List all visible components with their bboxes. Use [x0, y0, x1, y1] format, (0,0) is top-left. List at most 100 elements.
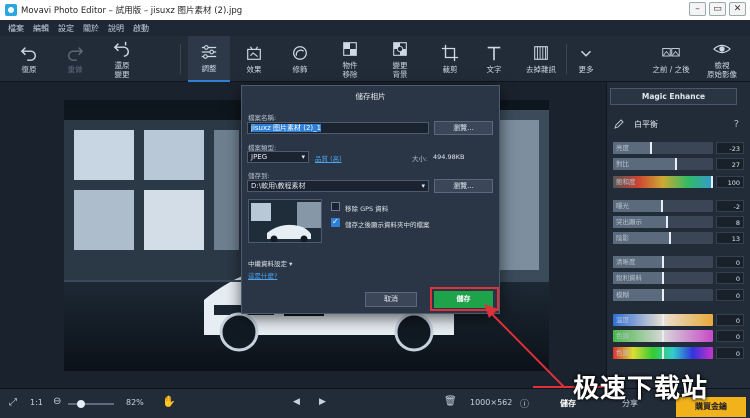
slider-track[interactable]: 突出顯示	[613, 216, 713, 228]
restore-icon	[113, 41, 130, 57]
slider-thumb[interactable]	[662, 256, 664, 268]
slider-track[interactable]: 色調	[613, 330, 713, 342]
actual-size-button[interactable]: 1:1	[30, 398, 43, 407]
menu-about[interactable]: 關於	[83, 23, 99, 34]
menu-help[interactable]: 說明	[108, 23, 124, 34]
slider-track[interactable]: 陰影	[613, 232, 713, 244]
slider-track[interactable]: 色調	[613, 347, 713, 359]
menu-file[interactable]: 檔案	[8, 23, 24, 34]
tab-change-background[interactable]: 變更 背景	[382, 36, 418, 82]
tab-crop[interactable]: 裁剪	[432, 36, 468, 82]
previous-image-icon[interactable]: ◀	[293, 397, 300, 407]
metadata-settings[interactable]: 中繼資料設定 ▾	[248, 258, 292, 268]
slider-10[interactable]: 溫度 0	[613, 314, 744, 326]
menu-activate[interactable]: 啟動	[133, 23, 149, 34]
close-button[interactable]: ✕	[729, 2, 746, 16]
slider-thumb[interactable]	[665, 216, 668, 228]
slider-value[interactable]: 0	[716, 289, 744, 301]
redo-button[interactable]: 重做	[58, 36, 92, 82]
tab-adjust[interactable]: 調整	[188, 36, 230, 82]
slider-value[interactable]: -23	[716, 142, 744, 154]
menu-edit[interactable]: 編輯	[33, 23, 49, 34]
next-image-icon[interactable]: ▶	[319, 397, 326, 407]
tab-remove-object[interactable]: 物件 移除	[332, 36, 368, 82]
tab-retouch[interactable]: 修飾	[282, 36, 318, 82]
tab-effects[interactable]: 效果	[236, 36, 272, 82]
slider-track[interactable]: 模糊	[613, 289, 713, 301]
slider-6[interactable]: 陰影 13	[613, 232, 744, 244]
minimize-button[interactable]: –	[689, 2, 706, 16]
slider-track[interactable]: 飽和度	[613, 176, 713, 188]
slider-track[interactable]: 清晰度	[613, 256, 713, 268]
info-icon[interactable]: ⓘ	[520, 397, 529, 410]
before-after-button[interactable]: 之前 / 之後	[646, 36, 696, 82]
slider-5[interactable]: 突出顯示 8	[613, 216, 744, 228]
slider-2[interactable]: 對比 27	[613, 158, 744, 170]
tab-text[interactable]: 文字	[476, 36, 512, 82]
slider-track[interactable]: 溫度	[613, 314, 713, 326]
zoom-slider[interactable]	[68, 400, 114, 408]
slider-value[interactable]: 0	[716, 314, 744, 326]
tab-remove-noise[interactable]: 去掉雜訊	[522, 36, 560, 82]
toolbar-divider	[180, 44, 181, 74]
menu-settings[interactable]: 設定	[58, 23, 74, 34]
slider-thumb[interactable]	[668, 232, 671, 244]
what-is-this-link[interactable]: 這是什麼?	[248, 270, 277, 280]
slider-thumb[interactable]	[711, 176, 713, 188]
trash-icon[interactable]: 🗑	[444, 396, 457, 407]
hand-tool-icon[interactable]: ✋	[162, 395, 176, 408]
slider-thumb[interactable]	[662, 289, 664, 301]
view-original-button[interactable]: 檢視 原始影像	[702, 36, 742, 82]
slider-value[interactable]: 8	[716, 216, 744, 228]
zoom-slider-thumb[interactable]	[76, 400, 85, 408]
quality-link[interactable]: 品質 (高)	[315, 153, 342, 163]
slider-value[interactable]: -2	[716, 200, 744, 212]
slider-track[interactable]: 對比	[613, 158, 713, 170]
show-in-folder-checkbox[interactable]	[331, 217, 340, 227]
browse-folder-button[interactable]: 瀏覽...	[434, 179, 493, 193]
slider-7[interactable]: 清晰度 0	[613, 256, 744, 268]
slider-track[interactable]: 銳利資料	[613, 272, 713, 284]
slider-thumb[interactable]	[662, 314, 664, 326]
undo-button[interactable]: 復原	[12, 36, 46, 82]
white-balance-header[interactable]: 白平衡 ?	[613, 117, 743, 131]
slider-thumb[interactable]	[662, 347, 664, 359]
slider-11[interactable]: 色調 0	[613, 330, 744, 342]
magic-enhance-button[interactable]: Magic Enhance	[610, 88, 737, 105]
slider-3[interactable]: 飽和度 100	[613, 176, 744, 188]
slider-value[interactable]: 0	[716, 256, 744, 268]
toolbar-divider	[566, 44, 567, 74]
saveto-select[interactable]: D:\軟用\教程素材 ▾	[247, 180, 429, 192]
maximize-button[interactable]: ▭	[709, 2, 726, 16]
remove-gps-checkbox[interactable]	[331, 202, 340, 211]
slider-thumb[interactable]	[662, 272, 664, 284]
filename-input[interactable]: jisuxz 图片素材 (2)_1	[247, 122, 429, 134]
slider-thumb[interactable]	[674, 158, 677, 170]
slider-value[interactable]: 13	[716, 232, 744, 244]
more-button[interactable]: 更多	[570, 36, 602, 82]
zoom-out-icon[interactable]: ⊖	[53, 396, 61, 407]
fit-screen-icon[interactable]: ⤢	[9, 397, 17, 408]
help-icon[interactable]: ?	[734, 119, 739, 130]
slider-1[interactable]: 亮度 -23	[613, 142, 744, 154]
slider-value[interactable]: 0	[716, 347, 744, 359]
slider-track[interactable]: 曝光	[613, 200, 713, 212]
browse-filename-button[interactable]: 瀏覽...	[434, 121, 493, 135]
slider-thumb[interactable]	[650, 142, 653, 154]
remove-object-icon	[343, 41, 357, 56]
cancel-button[interactable]: 取消	[365, 292, 417, 307]
slider-value[interactable]: 100	[716, 176, 744, 188]
slider-8[interactable]: 銳利資料 0	[613, 272, 744, 284]
slider-track[interactable]: 亮度	[613, 142, 713, 154]
filetype-select[interactable]: JPEG ▾	[247, 151, 309, 163]
slider-thumb[interactable]	[662, 330, 664, 342]
slider-label: 清晰度	[616, 258, 636, 266]
slider-12[interactable]: 色調 0	[613, 347, 744, 359]
slider-9[interactable]: 模糊 0	[613, 289, 744, 301]
slider-value[interactable]: 27	[716, 158, 744, 170]
restore-changes-button[interactable]: 還原 變更	[104, 36, 140, 82]
slider-4[interactable]: 曝光 -2	[613, 200, 744, 212]
slider-thumb[interactable]	[661, 200, 664, 212]
slider-value[interactable]: 0	[716, 330, 744, 342]
slider-value[interactable]: 0	[716, 272, 744, 284]
